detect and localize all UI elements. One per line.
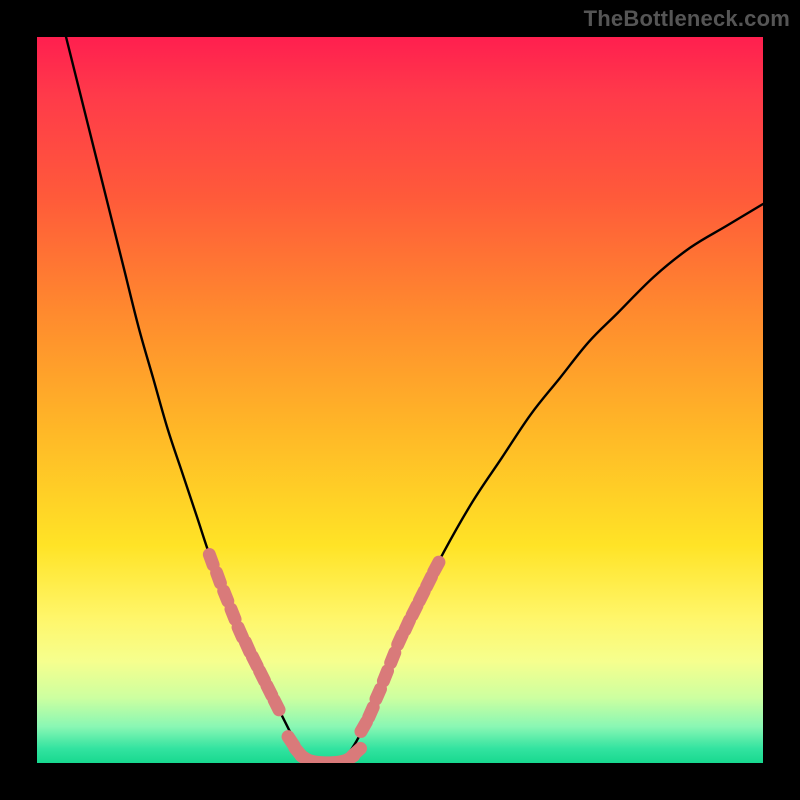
chart-stage: TheBottleneck.com [0,0,800,800]
watermark-text: TheBottleneck.com [584,6,790,32]
gradient-plot-area [37,37,763,763]
